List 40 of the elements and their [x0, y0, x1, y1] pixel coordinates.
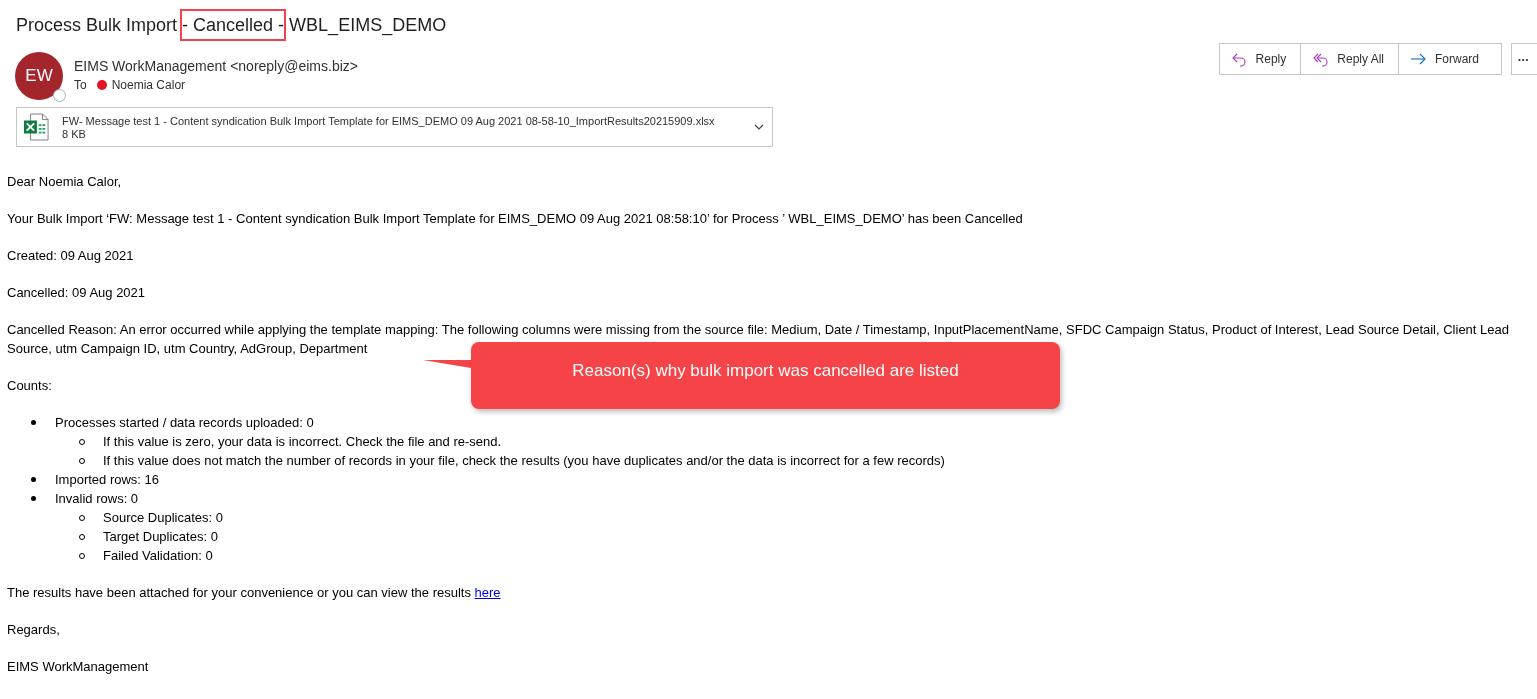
- list-item-text: Imported rows: 16: [55, 471, 160, 489]
- list-item-text: Source Duplicates: 0: [103, 509, 223, 527]
- results-text: The results have been attached for your convenience or you can view the results: [7, 585, 472, 600]
- chevron-down-icon[interactable]: [754, 124, 764, 130]
- bullet-icon: [31, 420, 36, 425]
- avatar: EW: [15, 52, 63, 100]
- signature-text: EIMS WorkManagement: [7, 658, 150, 676]
- reply-icon: [1230, 51, 1247, 67]
- bullet-icon: [31, 496, 36, 501]
- file-size: 8 KB: [62, 127, 87, 140]
- recipient-name[interactable]: Noemia Calor: [111, 78, 186, 92]
- presence-icon: [53, 89, 66, 102]
- sender-name: EIMS WorkManagement <noreply@eims.biz>: [74, 58, 358, 74]
- spreadsheet-file-icon: [23, 113, 49, 141]
- highlighted-subject-text: - Cancelled -: [182, 11, 285, 39]
- callout-annotation: Reason(s) why bulk import was cancelled are listed: [471, 342, 1060, 409]
- body-paragraph: Counts:: [7, 377, 53, 395]
- reply-all-icon: [1312, 51, 1329, 67]
- subject-text: WBL_EIMS_DEMO: [288, 15, 447, 35]
- forward-icon: [1410, 51, 1426, 67]
- status-dot: [96, 80, 107, 90]
- body-paragraph: Created: 09 Aug 2021: [7, 247, 135, 265]
- attachment-card[interactable]: FW- Message test 1 - Content syndication Bulk Import Template for EIMS_DEMO 09 Aug 2021 08-58-10_ImportResults20215909.xlsx 8 KB: [16, 107, 773, 147]
- body-paragraph: Your Bulk Import ‘FW: Message test 1 - Content syndication Bulk Import Template for EIMS_DEMO 09 Aug 2021 08:58:10’ for Process ’ WBL_EIMS_DEMO’ has been Cancelled: [7, 210, 1024, 228]
- more-button[interactable]: •••: [1511, 43, 1537, 75]
- callout-pointer: [423, 360, 471, 368]
- list-item-text: If this value is zero, your data is incorrect. Check the file and re-send.: [103, 433, 502, 451]
- bullet-icon: [31, 477, 36, 482]
- list-item-text: Failed Validation: 0: [103, 547, 213, 565]
- results-link[interactable]: here: [474, 585, 501, 600]
- list-item-text: Invalid rows: 0: [55, 490, 139, 508]
- subject-text: Process Bulk Import: [16, 15, 179, 35]
- to-label: To: [74, 78, 87, 92]
- file-name: FW- Message test 1 - Content syndication Bulk Import Template for EIMS_DEMO 09 Aug 2021 08-58-10_ImportResults20215909.xlsx: [62, 114, 716, 127]
- greeting-text: Dear Noemia Calor,: [7, 173, 123, 191]
- body-paragraph: Cancelled: 09 Aug 2021: [7, 284, 147, 302]
- list-item-text: If this value does not match the number of records in your file, check the results (you have duplicates and/or the data is incorrect for a few records): [103, 452, 945, 470]
- list-item-text: Target Duplicates: 0: [103, 528, 218, 546]
- list-item-text: Processes started / data records uploaded: 0: [55, 414, 314, 432]
- closing-text: Regards,: [7, 621, 61, 639]
